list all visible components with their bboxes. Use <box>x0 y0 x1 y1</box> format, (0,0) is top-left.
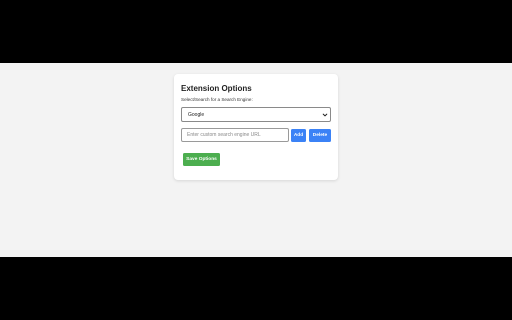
page-title: Extension Options <box>181 84 252 93</box>
selected-engine-value: Google <box>188 111 205 118</box>
search-engine-label: Select/Search for a Search Engine: <box>181 97 253 102</box>
options-card: Extension Options Select/Search for a Se… <box>174 74 338 180</box>
add-button[interactable]: Add <box>291 129 306 142</box>
custom-url-placeholder: Enter custom search engine URL <box>187 132 261 138</box>
delete-button[interactable]: Delete <box>309 129 331 142</box>
save-options-button[interactable]: Save Options <box>183 153 220 166</box>
custom-url-input[interactable]: Enter custom search engine URL <box>181 128 289 142</box>
options-page: Extension Options Select/Search for a Se… <box>0 63 512 257</box>
search-engine-select[interactable]: Google <box>181 107 331 122</box>
chevron-down-icon <box>322 113 328 117</box>
